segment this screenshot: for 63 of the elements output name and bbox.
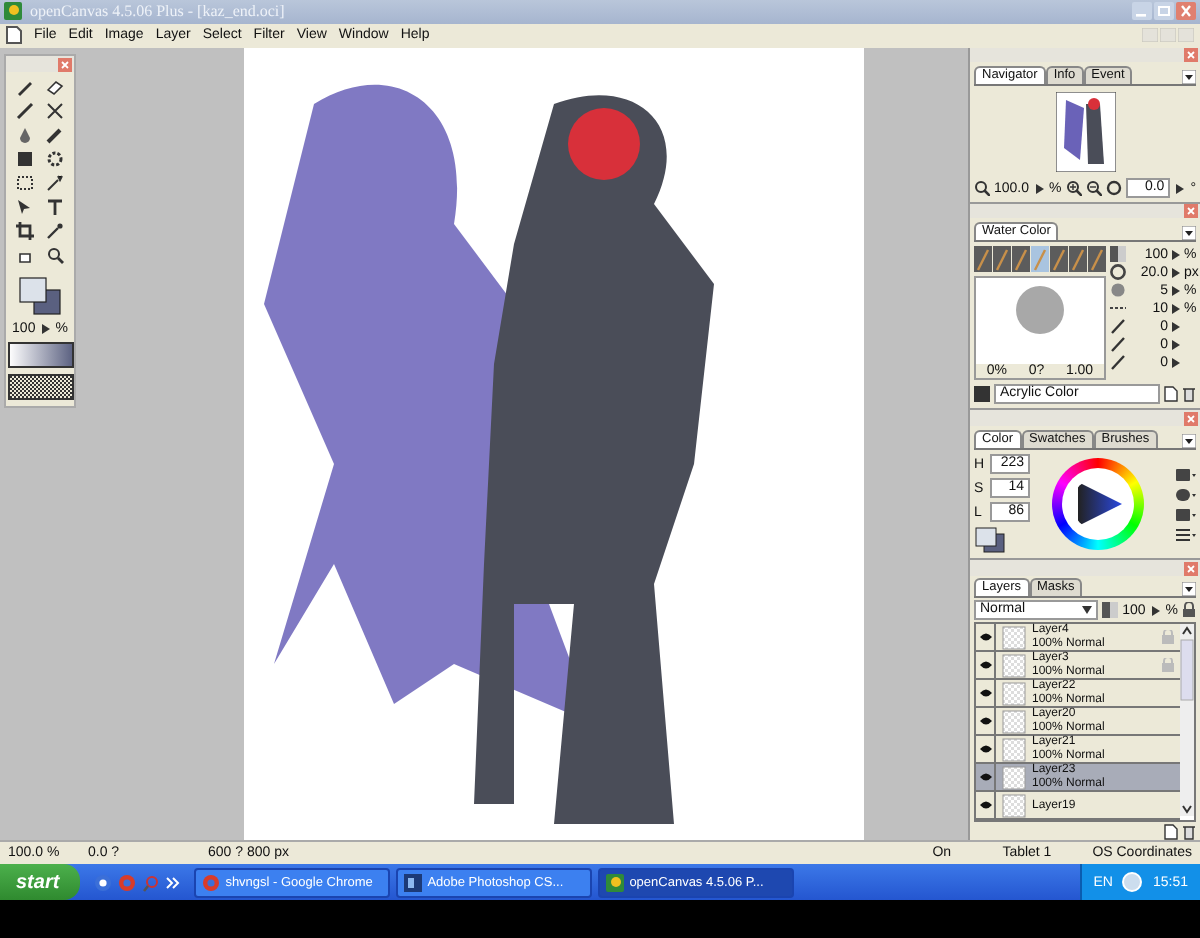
scrollbar-drawing[interactable] — [1180, 624, 1194, 817]
text-icon[interactable] — [46, 198, 64, 217]
list-menu-icon[interactable] — [1176, 527, 1196, 542]
close-icon[interactable] — [1176, 2, 1196, 21]
zoom-icon[interactable] — [974, 180, 990, 197]
tray-icon[interactable] — [1122, 872, 1143, 892]
app-icon — [4, 2, 22, 21]
trash-icon[interactable] — [1182, 386, 1196, 403]
color-swatch-icon[interactable] — [18, 276, 62, 317]
picker-menu-icon[interactable] — [1176, 487, 1196, 502]
layer-thumbnail[interactable] — [1002, 737, 1026, 762]
zoom-out-icon[interactable] — [1085, 180, 1102, 197]
move-arrow-icon[interactable] — [16, 198, 34, 217]
eraser-icon[interactable] — [46, 78, 64, 97]
caret-icon[interactable] — [1176, 183, 1185, 194]
opacity-icon[interactable] — [1110, 246, 1126, 263]
texture-preset-icon[interactable] — [7, 374, 73, 401]
layer-thumbnail[interactable] — [1002, 709, 1026, 734]
panel-menu-icon[interactable] — [1182, 582, 1196, 597]
layer-thumbnail[interactable] — [1002, 765, 1026, 790]
pipette-icon[interactable] — [46, 222, 64, 241]
caret-icon[interactable] — [1151, 605, 1160, 616]
app-icon — [605, 873, 624, 891]
eye-icon[interactable] — [979, 716, 991, 727]
layer-thumbnail[interactable] — [1002, 793, 1026, 818]
dropdown-arrow-icon — [1082, 606, 1093, 615]
eye-icon[interactable] — [979, 772, 991, 783]
caret-icon[interactable] — [41, 324, 50, 335]
gradient-preset-icon[interactable] — [7, 342, 73, 369]
brush-dot-drawing — [1016, 286, 1064, 335]
eye-icon[interactable] — [979, 632, 991, 643]
eye-icon[interactable] — [979, 744, 991, 755]
selection-icon[interactable] — [16, 174, 34, 193]
fill-square-icon[interactable] — [16, 150, 34, 169]
panel-menu-icon[interactable] — [1182, 226, 1196, 241]
zoom-in-icon[interactable] — [1065, 180, 1082, 197]
brush-presets-drawing[interactable] — [974, 246, 1106, 273]
opacity-icon[interactable] — [1102, 602, 1119, 619]
panel-menu-icon[interactable] — [1182, 434, 1196, 449]
swatch-menu-icon[interactable] — [1176, 467, 1196, 482]
preset-icon[interactable] — [974, 386, 990, 403]
panel-menu-icon[interactable] — [1182, 70, 1196, 85]
chevron-icon[interactable] — [165, 875, 180, 889]
thumbnail-drawing[interactable] — [1055, 92, 1115, 173]
eye-icon[interactable] — [979, 800, 991, 811]
new-page-icon[interactable] — [1164, 824, 1178, 841]
layer-thumbnail[interactable] — [1002, 625, 1026, 650]
layer-thumbnail[interactable] — [1002, 653, 1026, 678]
app-icon — [403, 873, 422, 891]
crop-icon[interactable] — [16, 222, 34, 241]
trash-icon[interactable] — [1182, 824, 1196, 841]
eye-icon[interactable] — [979, 660, 991, 671]
caret-icon[interactable] — [1035, 183, 1044, 194]
color-swatch-icon[interactable] — [974, 526, 1006, 555]
lock-icon[interactable] — [1182, 602, 1196, 619]
document-icon — [6, 26, 22, 45]
mixer-menu-icon[interactable] — [1176, 507, 1196, 522]
droplet-icon[interactable] — [16, 126, 34, 145]
layer-thumbnail[interactable] — [1002, 681, 1026, 706]
eye-icon[interactable] — [979, 688, 991, 699]
window-title: openCanvas 4.5.06 Plus - [kaz_end.oci] — [30, 2, 287, 21]
zoom-icon[interactable] — [46, 246, 64, 265]
new-page-icon[interactable] — [1164, 386, 1178, 403]
